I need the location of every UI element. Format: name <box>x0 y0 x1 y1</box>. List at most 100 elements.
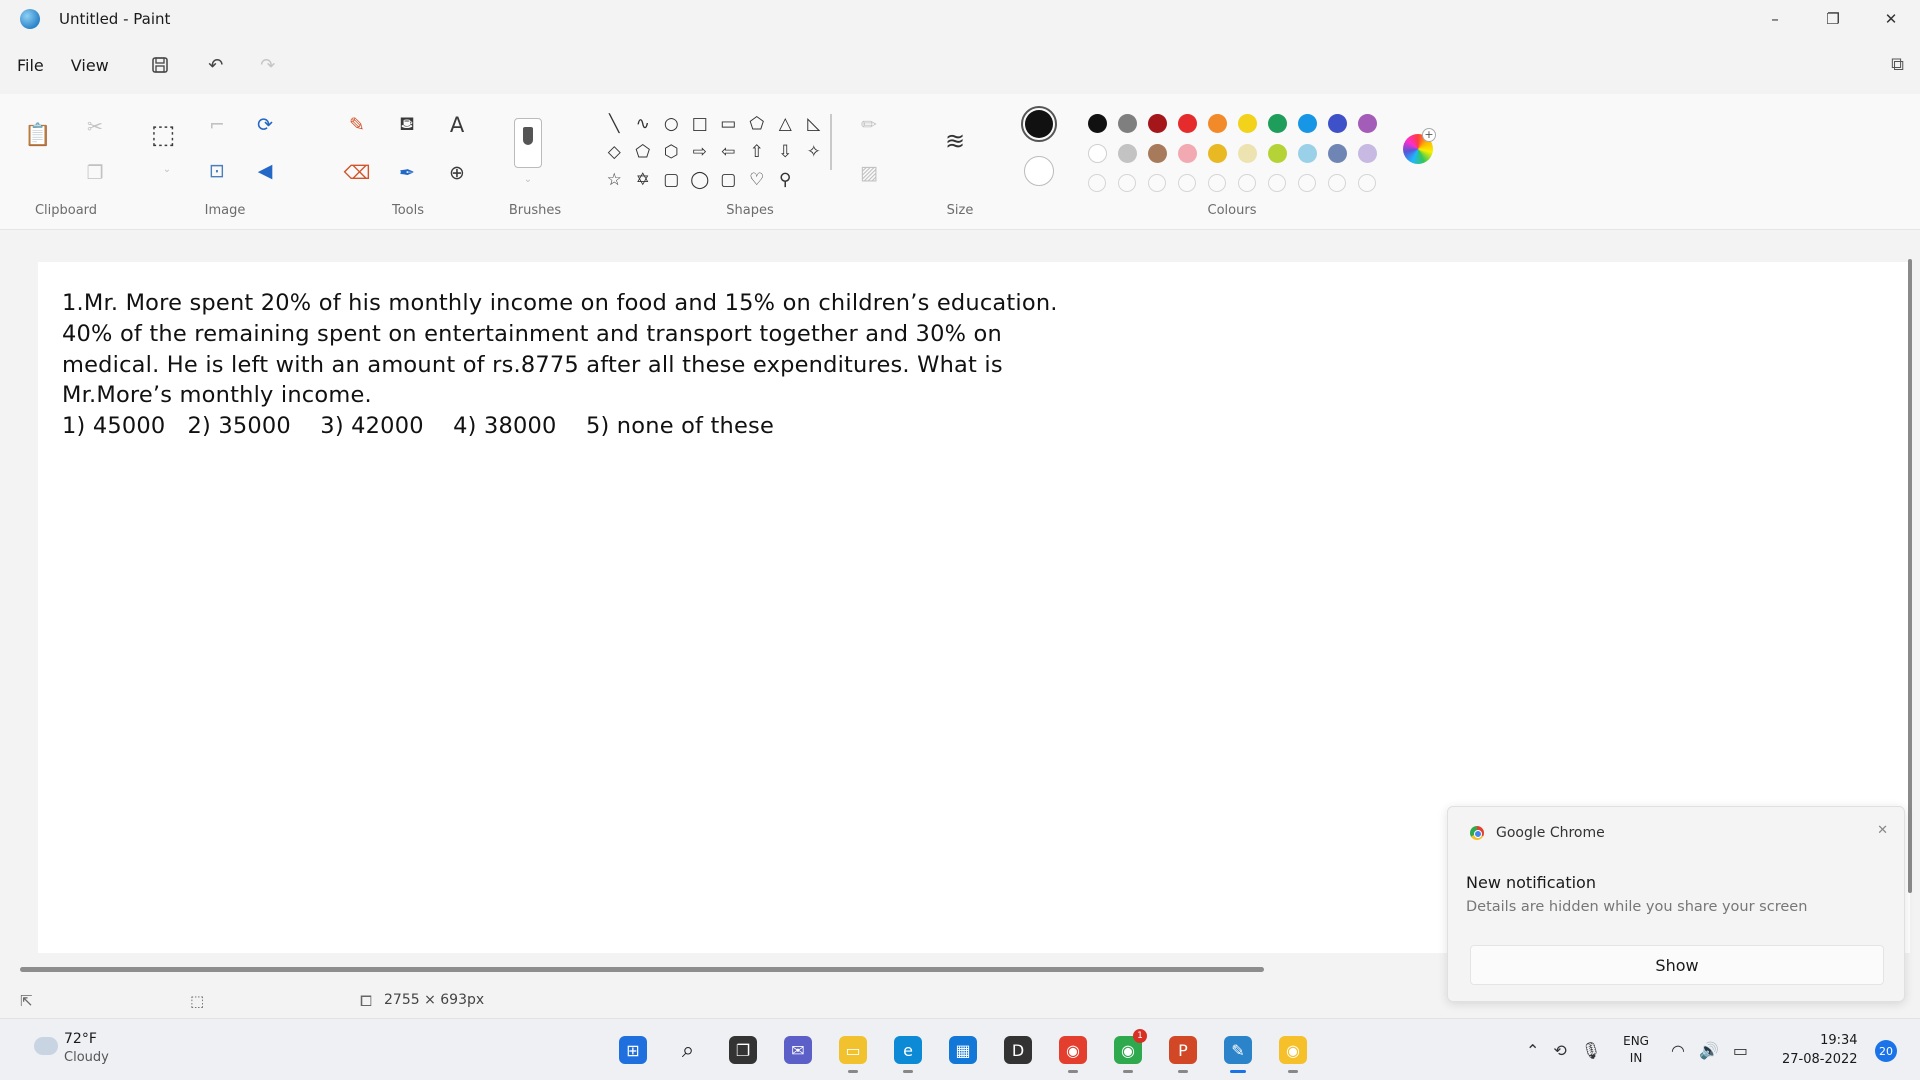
group-label-tools: Tools <box>391 203 425 218</box>
question-line: medical. He is left with an amount of rs… <box>62 351 1003 378</box>
taskbar-task-view-icon[interactable]: ❐ <box>722 1029 764 1071</box>
group-label-shapes: Shapes <box>726 203 774 218</box>
selection-size-icon: ⬚ <box>190 992 205 1010</box>
question-line: 1.Mr. More spent 20% of his monthly inco… <box>62 290 1058 316</box>
clipboard-group: 📋 ✂ ❐ Clipboard <box>0 94 132 230</box>
taskbar-dell-icon[interactable]: D <box>997 1029 1039 1071</box>
clock-date: 27-08-2022 <box>1782 1052 1858 1067</box>
cloud-icon <box>34 1037 58 1055</box>
brush-dropdown-icon[interactable]: ⌄ <box>515 166 541 192</box>
secondary-colour[interactable] <box>1024 156 1054 186</box>
brush-icon[interactable] <box>514 118 542 168</box>
taskbar-chrome-1-icon[interactable]: ◉ <box>1052 1029 1094 1073</box>
maximize-button[interactable]: ❐ <box>1804 0 1862 38</box>
outline-icon[interactable]: ✏ <box>856 112 882 138</box>
menu-file[interactable]: File <box>0 56 61 75</box>
weather-desc: Cloudy <box>64 1050 109 1065</box>
size-group: ≋ Size <box>930 94 990 230</box>
notification-title: New notification <box>1466 873 1596 892</box>
fill-shape-icon[interactable]: ▨ <box>856 160 882 186</box>
magnifier-icon[interactable]: ⊕ <box>444 160 470 186</box>
taskbar-badge: 1 <box>1133 1029 1147 1043</box>
clock-time: 19:34 <box>1820 1033 1858 1048</box>
notification-app-name: Google Chrome <box>1496 825 1605 841</box>
cut-icon[interactable]: ✂ <box>82 114 108 140</box>
close-button[interactable]: ✕ <box>1862 0 1920 38</box>
sync-icon[interactable]: ⟲ <box>1553 1041 1566 1060</box>
taskbar-powerpoint-icon[interactable]: P <box>1162 1029 1204 1073</box>
wifi-icon[interactable]: ◠ <box>1671 1041 1685 1060</box>
title-bar: Untitled - Paint – ❐ ✕ <box>0 0 1920 38</box>
language-indicator[interactable]: ENG IN <box>1623 1033 1649 1067</box>
paint-app-icon <box>20 9 40 29</box>
resize-icon[interactable]: ⊡ <box>204 158 230 184</box>
eraser-icon[interactable]: ⌫ <box>344 160 371 186</box>
group-label-clipboard: Clipboard <box>34 203 98 218</box>
taskbar: 72°F Cloudy ⊞ ⌕ ❐ ✉ ▭ e ▦ D ◉ ◉ 1 P ✎ ◉ ⌃ ⟲ 🎙 ENG IN … <box>0 1018 1920 1080</box>
group-label-size: Size <box>946 203 974 218</box>
group-label-image: Image <box>204 203 246 218</box>
cursor-position-icon: ⇱ <box>20 992 33 1010</box>
copy-icon[interactable]: ❐ <box>82 160 108 186</box>
undo-icon[interactable]: ↶ <box>204 53 228 77</box>
menu-view[interactable]: View <box>61 56 126 75</box>
image-group: ⬚ ⌄ ⌐ ⊡ ⟳ ◀ Image <box>140 94 310 230</box>
pencil-icon[interactable]: ✎ <box>344 112 370 138</box>
menu-bar: File View ↶ ↷ ⧉ <box>0 46 1920 84</box>
minimize-button[interactable]: – <box>1746 0 1804 38</box>
chevron-up-icon[interactable]: ⌃ <box>1526 1041 1539 1060</box>
microphone-icon[interactable]: 🎙 <box>1581 1041 1601 1060</box>
primary-colour[interactable] <box>1021 106 1057 142</box>
redo-icon[interactable]: ↷ <box>256 53 280 77</box>
text-icon[interactable]: A <box>444 112 470 138</box>
rotate-icon[interactable]: ⟳ <box>252 112 278 138</box>
paste-icon[interactable]: 📋 <box>24 122 51 148</box>
notification-show-button[interactable]: Show <box>1470 945 1884 985</box>
flip-icon[interactable]: ◀ <box>252 158 278 184</box>
chrome-icon <box>1470 826 1484 840</box>
taskbar-edge-icon[interactable]: e <box>887 1029 929 1073</box>
taskbar-apps: ⊞ ⌕ ❐ ✉ ▭ e ▦ D ◉ ◉ 1 P ✎ ◉ <box>612 1029 1327 1073</box>
question-line: Mr.More’s monthly income. <box>62 382 372 409</box>
crop-icon[interactable]: ⌐ <box>204 112 230 138</box>
line-size-icon[interactable]: ≋ <box>942 127 968 155</box>
vertical-scrollbar[interactable] <box>1908 259 1912 893</box>
canvas-dimensions: 2755 × 693px <box>384 992 485 1008</box>
shapes-group: Shapes <box>600 94 900 230</box>
taskbar-teams-chat-icon[interactable]: ✉ <box>777 1029 819 1071</box>
taskbar-file-explorer-icon[interactable]: ▭ <box>832 1029 874 1073</box>
notification-toast: Google Chrome ✕ New notification Details… <box>1447 806 1905 1002</box>
add-colour-icon[interactable]: + <box>1422 128 1436 142</box>
window-title: Untitled - Paint <box>59 10 171 28</box>
notification-body: Details are hidden while you share your … <box>1466 899 1808 915</box>
colours-group: Colours <box>1082 94 1382 230</box>
notification-close-icon[interactable]: ✕ <box>1877 823 1888 838</box>
taskbar-chrome-2-icon[interactable]: ◉ 1 <box>1107 1029 1149 1073</box>
taskbar-chrome-3-icon[interactable]: ◉ <box>1272 1029 1314 1073</box>
fill-icon[interactable]: ⛾ <box>394 112 420 138</box>
canvas-size-icon: ⧠ <box>360 992 373 1010</box>
tools-group: ✎ ⛾ A ⌫ ✒ ⊕ Tools <box>338 94 478 230</box>
horizontal-scrollbar[interactable] <box>20 967 1264 972</box>
volume-icon[interactable]: 🔊 <box>1699 1041 1719 1060</box>
question-text: 1.Mr. More spent 20% of his monthly inco… <box>62 288 1362 442</box>
battery-icon[interactable]: ▭ <box>1733 1041 1748 1060</box>
language-line1: ENG <box>1623 1034 1649 1048</box>
group-label-colours: Colours <box>1207 203 1257 218</box>
notification-count-badge[interactable]: 20 <box>1875 1040 1897 1062</box>
taskbar-search-icon[interactable]: ⌕ <box>667 1029 709 1071</box>
select-dropdown-icon[interactable]: ⌄ <box>154 156 180 182</box>
ribbon: 📋 ✂ ❐ Clipboard ⬚ ⌄ ⌐ ⊡ ⟳ ◀ Image ✎ ⛾ A … <box>0 94 1920 230</box>
select-icon[interactable]: ⬚ <box>150 120 176 150</box>
weather-temp: 72°F <box>64 1031 97 1047</box>
share-icon[interactable]: ⧉ <box>1891 54 1904 75</box>
color-picker-icon[interactable]: ✒ <box>394 160 420 186</box>
clock[interactable]: 19:34 27-08-2022 <box>1782 1031 1858 1069</box>
taskbar-paint-icon[interactable]: ✎ <box>1217 1029 1259 1073</box>
answer-options: 1) 45000 2) 35000 3) 42000 4) 38000 5) n… <box>62 413 775 440</box>
question-line: 40% of the remaining spent on entertainm… <box>62 320 1002 347</box>
taskbar-start-icon[interactable]: ⊞ <box>612 1029 654 1071</box>
save-icon[interactable] <box>148 53 172 77</box>
taskbar-store-icon[interactable]: ▦ <box>942 1029 984 1071</box>
system-tray: ⌃ ⟲ 🎙 ENG IN ◠ 🔊 ▭ <box>1526 1033 1762 1067</box>
